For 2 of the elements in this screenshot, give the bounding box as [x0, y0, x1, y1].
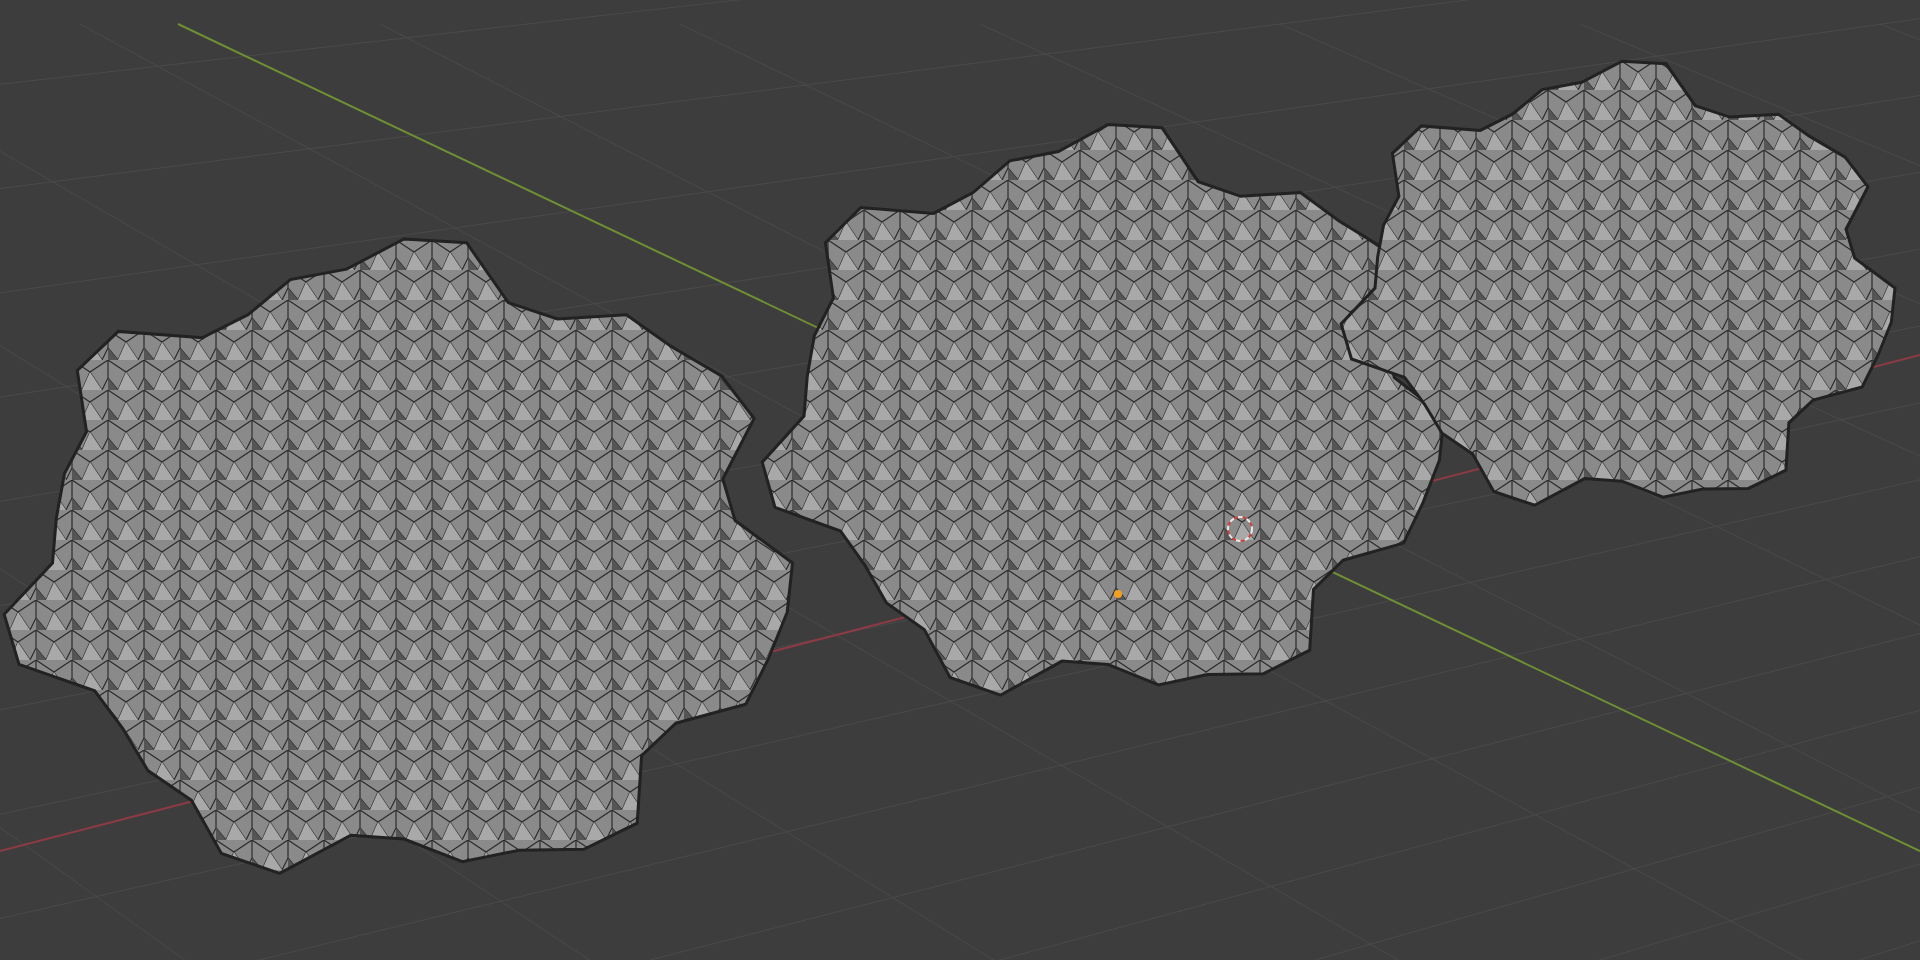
- cursor-icon: [1227, 516, 1253, 542]
- origin-dot-icon: [1114, 590, 1122, 598]
